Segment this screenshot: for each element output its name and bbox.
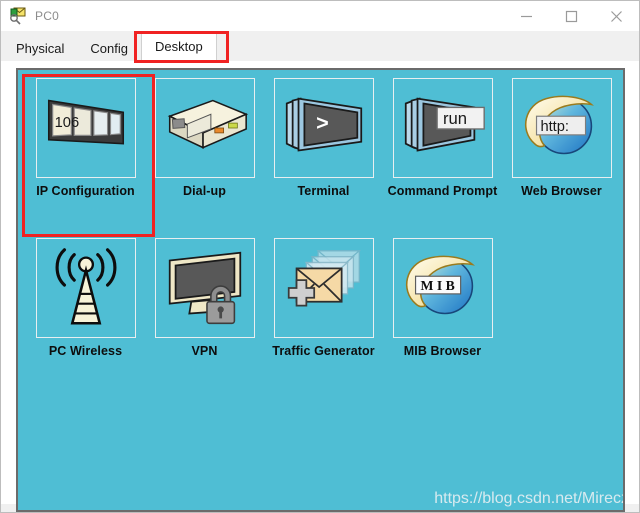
desktop-item-label: IP Configuration [36, 184, 135, 198]
desktop-item-label: VPN [191, 344, 218, 358]
mib-browser-globe-icon: M I B [405, 255, 475, 315]
window-title: PC0 [35, 9, 59, 23]
window-controls [504, 1, 639, 31]
close-icon[interactable] [594, 1, 639, 31]
vpn-monitor-lock-icon [168, 251, 241, 325]
tab-desktop-label: Desktop [155, 39, 203, 54]
desktop-item-dial-up[interactable]: Dial-up [145, 78, 264, 199]
terminal-tile[interactable]: > [273, 78, 374, 178]
traffic-generator-tile[interactable] [273, 238, 374, 338]
desktop-item-traffic-generator[interactable]: Traffic Generator [264, 238, 383, 359]
desktop-item-label: Terminal [297, 184, 350, 198]
web-browser-tile[interactable]: http: [511, 78, 612, 178]
window-content: 106 IP Configuration Dial-up > Terminal … [1, 61, 639, 512]
desktop-item-terminal[interactable]: > Terminal [264, 78, 383, 199]
ip-configuration-tile[interactable]: 106 [35, 78, 136, 178]
mib-browser-badge: M I B [420, 278, 454, 293]
watermark-text: https://blog.csdn.net/Mirecz [434, 490, 625, 507]
desktop-item-label: MIB Browser [403, 344, 482, 358]
tab-config-label: Config [90, 40, 128, 56]
desktop-item-mib-browser[interactable]: M I B MIB Browser [383, 238, 502, 359]
wireless-tower-icon [55, 248, 116, 325]
command-prompt-badge: run [443, 109, 467, 128]
desktop-item-label: PC Wireless [48, 344, 123, 358]
device-tabs: Physical Config Desktop [1, 31, 639, 63]
terminal-prompt-badge: > [316, 110, 329, 135]
web-browser-badge: http: [540, 119, 569, 135]
mib-browser-tile[interactable]: M I B [392, 238, 493, 338]
desktop-item-command-prompt[interactable]: run Command Prompt [383, 78, 502, 199]
ip-configuration-badge: 106 [54, 115, 79, 131]
maximize-icon[interactable] [549, 1, 594, 31]
dial-up-modem-icon [167, 99, 248, 149]
tab-physical-label: Physical [16, 40, 65, 56]
desktop-item-label: Traffic Generator [272, 344, 375, 358]
dial-up-tile[interactable] [154, 78, 255, 178]
desktop-item-label: Dial-up [182, 184, 227, 198]
vpn-tile[interactable] [154, 238, 255, 338]
ip-configuration-icon: 106 [47, 99, 124, 145]
pc-wireless-tile[interactable] [35, 238, 136, 338]
desktop-item-ip-configuration[interactable]: 106 IP Configuration [26, 78, 145, 199]
terminal-icon: > [285, 97, 362, 152]
command-prompt-icon: run [404, 97, 485, 152]
desktop-item-label: Command Prompt [387, 184, 498, 198]
web-browser-globe-icon: http: [524, 95, 594, 155]
desktop-item-label: Web Browser [521, 184, 602, 198]
command-prompt-tile[interactable]: run [392, 78, 493, 178]
desktop-item-pc-wireless[interactable]: PC Wireless [26, 238, 145, 359]
window-titlebar: PC0 [1, 1, 639, 31]
desktop-item-vpn[interactable]: VPN [145, 238, 264, 359]
tab-desktop[interactable]: Desktop [141, 31, 217, 61]
desktop-item-web-browser[interactable]: http: Web Browser [502, 78, 621, 199]
traffic-generator-envelopes-icon [287, 250, 361, 307]
pc0-device-window: PC0 Physical Config Desktop 106 IP Confi… [0, 0, 640, 513]
minimize-icon[interactable] [504, 1, 549, 31]
tab-config[interactable]: Config [77, 35, 141, 61]
tab-physical[interactable]: Physical [3, 35, 78, 61]
packet-tracer-device-icon [8, 7, 28, 25]
desktop-applications-panel: 106 IP Configuration Dial-up > Terminal … [16, 68, 625, 512]
